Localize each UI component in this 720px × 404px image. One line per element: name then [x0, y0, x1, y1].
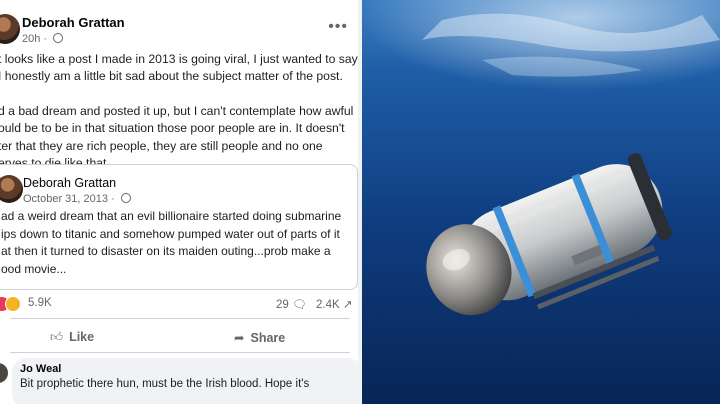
share-count-value: 2.4K [316, 299, 340, 311]
like-button[interactable]: 👍︎ Like [50, 330, 94, 345]
shared-post-text: ad a weird dream that an evil billionair… [1, 209, 342, 276]
globe-icon [53, 33, 64, 43]
share-button[interactable]: ➦ Share [234, 330, 285, 345]
like-label: Like [69, 330, 95, 344]
thumbs-up-icon: 👍︎ [50, 330, 64, 344]
post-header: Deborah Grattan 20h · ••• [0, 10, 358, 50]
commenter-name[interactable]: Jo Weal [20, 363, 61, 375]
commenter-avatar[interactable] [0, 363, 8, 383]
submarine-photo [362, 0, 720, 404]
divider [10, 352, 350, 353]
reaction-count[interactable]: 5.9K [28, 297, 52, 309]
post-paragraph-1: t looks like a post I made in 2013 is go… [0, 52, 358, 84]
post-time-text: 20h [22, 33, 41, 45]
shared-author-avatar[interactable] [0, 175, 23, 203]
shared-post-card[interactable]: Deborah Grattan October 31, 2013 · ad a … [0, 164, 358, 290]
globe-icon [120, 193, 131, 203]
post-actions: 👍︎ Like ➦ Share [0, 327, 358, 349]
author-name[interactable]: Deborah Grattan [22, 15, 125, 30]
underwater-submersible-illustration [362, 0, 720, 404]
comment-text: Bit prophetic there hun, must be the Iri… [20, 378, 310, 390]
shared-post-date[interactable]: October 31, 2013 · [23, 193, 131, 205]
comment-bubble: Jo Weal Bit prophetic there hun, must be… [12, 358, 358, 404]
post-paragraph-2: d a bad dream and posted it up, but I ca… [0, 103, 354, 170]
share-label: Share [250, 331, 286, 345]
post-stats: 5.9K 29 🗨 2.4K ↗ [0, 294, 358, 314]
post-time[interactable]: 20h · [22, 33, 64, 45]
shared-author-name[interactable]: Deborah Grattan [23, 176, 116, 190]
facebook-post-screenshot: Deborah Grattan 20h · ••• t looks like a… [0, 0, 358, 404]
more-options-button[interactable]: ••• [328, 18, 348, 36]
share-arrow-icon: ➦ [234, 331, 245, 345]
care-reaction-icon[interactable] [5, 296, 21, 312]
share-count[interactable]: 2.4K ↗ [316, 297, 353, 311]
share-icon: ↗ [342, 299, 353, 311]
divider [10, 318, 350, 319]
comment-count-value: 29 [276, 299, 289, 311]
comment-count[interactable]: 29 🗨 [276, 297, 307, 311]
shared-post-date-text: October 31, 2013 [23, 193, 109, 205]
comment-icon: 🗨 [292, 299, 307, 311]
author-avatar[interactable] [0, 14, 20, 44]
